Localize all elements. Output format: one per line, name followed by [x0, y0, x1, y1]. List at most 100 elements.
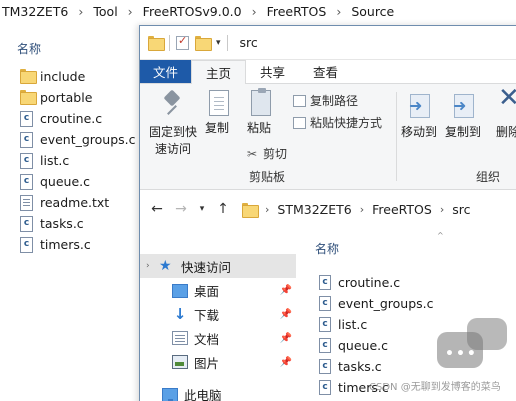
cut-label: 剪切	[263, 147, 288, 161]
pin-to-quick-access-button[interactable]: 固定到快 速访问	[146, 90, 200, 158]
main-pane: › ★ 快速访问 桌面 📌 ↓ 下载 📌 文档 📌 图片 📌 此电脑 ^ 名称 …	[140, 229, 516, 401]
pin-icon[interactable]: 📌	[280, 357, 292, 368]
list-item[interactable]: include	[20, 66, 136, 87]
cut-button[interactable]: ✂ 剪切	[245, 145, 287, 162]
nav-item-quick-access[interactable]: › ★ 快速访问	[140, 254, 296, 278]
paste-button[interactable]: 粘贴	[244, 88, 274, 137]
copy-label: 复制	[204, 121, 229, 135]
copy-to-button[interactable]: 复制到	[442, 90, 484, 141]
list-item[interactable]: c queue.c	[20, 171, 136, 192]
nav-item-label: 此电脑	[184, 387, 222, 401]
breadcrumb-segment[interactable]: TM32ZET6	[0, 4, 70, 19]
copy-to-label: 复制到	[444, 125, 481, 139]
pictures-icon	[172, 355, 188, 369]
paste-shortcut-label: 粘贴快捷方式	[310, 116, 383, 130]
navigation-pane: › ★ 快速访问 桌面 📌 ↓ 下载 📌 文档 📌 图片 📌 此电脑	[140, 229, 296, 401]
divider	[226, 34, 228, 51]
background-breadcrumb: TM32ZET6 › Tool › FreeRTOSv9.0.0 › FreeR…	[0, 0, 396, 22]
computer-icon	[162, 387, 178, 401]
list-item[interactable]: readme.txt	[20, 192, 136, 213]
breadcrumb-segment[interactable]: Source	[349, 4, 396, 19]
list-item[interactable]: c timers.c	[20, 234, 136, 255]
breadcrumb-segment[interactable]: FreeRTOS	[265, 4, 329, 19]
up-arrow-icon[interactable]: ↑	[214, 201, 232, 217]
file-name: croutine.c	[338, 275, 401, 290]
background-name-column-header[interactable]: 名称	[17, 40, 41, 57]
delete-label: 删除	[496, 125, 516, 139]
address-bar-row: ← → ▾ ↑ › STM32ZET6 › FreeRTOS › src	[140, 190, 516, 228]
address-segment[interactable]: src	[452, 202, 470, 217]
list-item[interactable]: c tasks.c	[319, 356, 382, 377]
list-item[interactable]: c list.c	[319, 314, 367, 335]
chat-bubble-icon: •••	[437, 318, 507, 372]
list-item[interactable]: portable	[20, 87, 136, 108]
folder-icon[interactable]	[148, 36, 165, 51]
text-file-icon	[20, 194, 33, 211]
properties-icon[interactable]	[176, 34, 189, 50]
paste-label: 粘贴	[246, 121, 271, 135]
ribbon: 固定到快 速访问 复制 粘贴 复制路径 粘贴快捷方式 ✂ 剪切 剪贴板 移动到	[140, 84, 516, 190]
breadcrumb-segment[interactable]: Tool	[91, 4, 119, 19]
c-file-icon: c	[319, 359, 331, 374]
nav-item-label: 快速访问	[181, 259, 232, 275]
c-file-icon: c	[319, 338, 331, 353]
pin-icon[interactable]: 📌	[280, 309, 292, 320]
pin-label-line2: 速访问	[154, 142, 191, 156]
organize-group-label: 组织	[476, 170, 501, 184]
nav-item-pictures[interactable]: 图片 📌	[140, 350, 296, 374]
list-item[interactable]: c croutine.c	[319, 272, 400, 293]
file-name: croutine.c	[40, 111, 103, 126]
list-item[interactable]: c queue.c	[319, 335, 388, 356]
nav-item-downloads[interactable]: ↓ 下载 📌	[140, 302, 296, 326]
tab-file[interactable]: 文件	[140, 60, 192, 83]
address-bar[interactable]: › STM32ZET6 › FreeRTOS › src	[242, 197, 516, 221]
list-item[interactable]: c tasks.c	[20, 213, 136, 234]
move-to-button[interactable]: 移动到	[400, 90, 438, 141]
nav-item-label: 文档	[194, 331, 220, 347]
file-name: portable	[40, 90, 93, 105]
group-divider	[396, 92, 397, 181]
delete-icon	[496, 90, 516, 120]
file-name: event_groups.c	[338, 296, 434, 311]
nav-item-desktop[interactable]: 桌面 📌	[140, 278, 296, 302]
list-item[interactable]: c event_groups.c	[319, 293, 434, 314]
pin-icon[interactable]: 📌	[280, 333, 292, 344]
copy-path-label: 复制路径	[310, 94, 359, 108]
download-icon: ↓	[173, 305, 187, 323]
list-item[interactable]: c event_groups.c	[20, 129, 136, 150]
copy-path-button[interactable]: 复制路径	[293, 92, 358, 109]
file-name: event_groups.c	[40, 132, 136, 147]
nav-item-documents[interactable]: 文档 📌	[140, 326, 296, 350]
name-column-header[interactable]: 名称	[315, 240, 339, 257]
tab-home[interactable]: 主页	[191, 60, 247, 84]
watermark-text: CSDN @无聊到发博客的菜鸟	[369, 382, 501, 393]
forward-arrow-icon[interactable]: →	[172, 201, 190, 217]
delete-button[interactable]: 删除	[496, 90, 516, 141]
recent-locations-chevron-icon[interactable]: ▾	[196, 204, 208, 214]
nav-item-this-pc[interactable]: 此电脑	[140, 382, 296, 401]
pin-icon	[160, 90, 186, 120]
copy-button[interactable]: 复制	[202, 90, 232, 137]
tab-share[interactable]: 共享	[246, 60, 299, 83]
chevron-right-icon[interactable]: ›	[146, 261, 156, 271]
bubble-dots: •••	[445, 346, 478, 362]
copy-path-icon	[293, 94, 306, 107]
list-item[interactable]: c list.c	[20, 150, 136, 171]
chevron-down-icon[interactable]: ▾	[216, 38, 221, 48]
chevron-right-icon: ›	[78, 3, 84, 19]
list-item[interactable]: c croutine.c	[20, 108, 136, 129]
address-segment[interactable]: STM32ZET6	[277, 202, 351, 217]
desktop-icon	[172, 284, 188, 298]
pin-icon[interactable]: 📌	[280, 285, 292, 296]
address-segment[interactable]: FreeRTOS	[372, 202, 432, 217]
back-arrow-icon[interactable]: ←	[148, 201, 166, 217]
file-content-pane: ^ 名称 c croutine.c c event_groups.c c lis…	[305, 229, 516, 401]
c-file-icon: c	[20, 152, 33, 169]
star-icon: ★	[159, 258, 172, 274]
folder-icon	[20, 68, 37, 85]
file-name: tasks.c	[40, 216, 84, 231]
tab-view[interactable]: 查看	[299, 60, 352, 83]
new-folder-icon[interactable]	[195, 36, 212, 51]
breadcrumb-segment[interactable]: FreeRTOSv9.0.0	[141, 4, 244, 19]
paste-shortcut-button[interactable]: 粘贴快捷方式	[293, 114, 382, 131]
